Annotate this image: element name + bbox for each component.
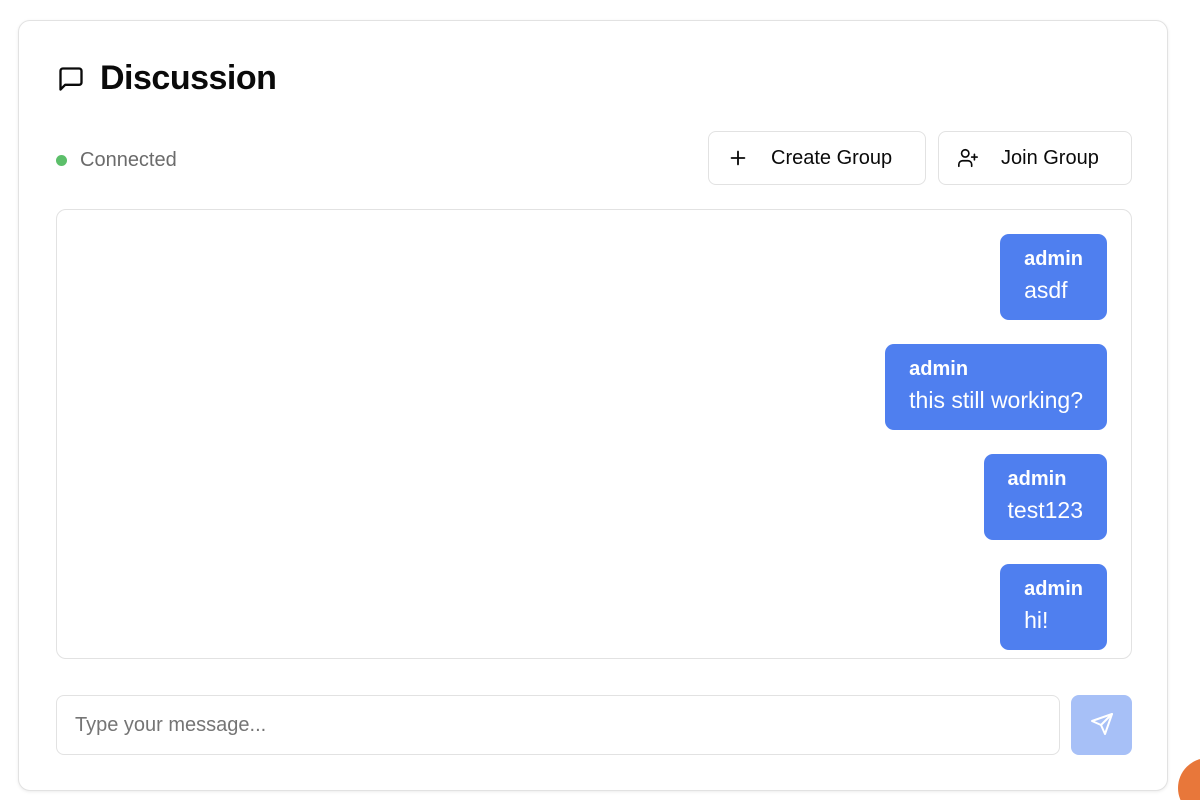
page-header: Discussion (56, 59, 277, 98)
discussion-card: Discussion Connected Create Group Join G… (18, 20, 1168, 791)
plus-icon (727, 147, 749, 169)
create-group-label: Create Group (771, 146, 893, 169)
user-plus-icon (957, 147, 979, 169)
message-composer (56, 695, 1132, 755)
message-bubble: admin test123 (983, 454, 1107, 540)
status-dot (56, 155, 67, 166)
message-list[interactable]: admin asdf admin this still working? adm… (56, 209, 1132, 659)
message-text: hi! (1024, 607, 1049, 633)
message-author: admin (1024, 248, 1083, 270)
message-text: test123 (1007, 497, 1083, 523)
message-author: admin (1007, 468, 1067, 490)
join-group-label: Join Group (1001, 146, 1099, 169)
message-text: asdf (1024, 277, 1068, 303)
connection-status: Connected (56, 149, 177, 172)
message-bubble: admin hi! (1000, 564, 1107, 650)
message-author: admin (909, 358, 969, 380)
message-bubble: admin this still working? (885, 344, 1107, 430)
status-label: Connected (80, 149, 177, 171)
floating-widget-button[interactable] (1178, 758, 1200, 800)
send-button[interactable] (1071, 695, 1132, 755)
send-icon (1090, 712, 1114, 739)
message-input[interactable] (56, 695, 1060, 755)
message-text: this still working? (909, 387, 1083, 413)
page-title: Discussion (100, 59, 277, 97)
create-group-button[interactable]: Create Group (708, 131, 926, 185)
message-author: admin (1024, 578, 1083, 600)
join-group-button[interactable]: Join Group (938, 131, 1132, 185)
message-square-icon (56, 64, 86, 94)
message-bubble: admin asdf (1000, 234, 1107, 320)
